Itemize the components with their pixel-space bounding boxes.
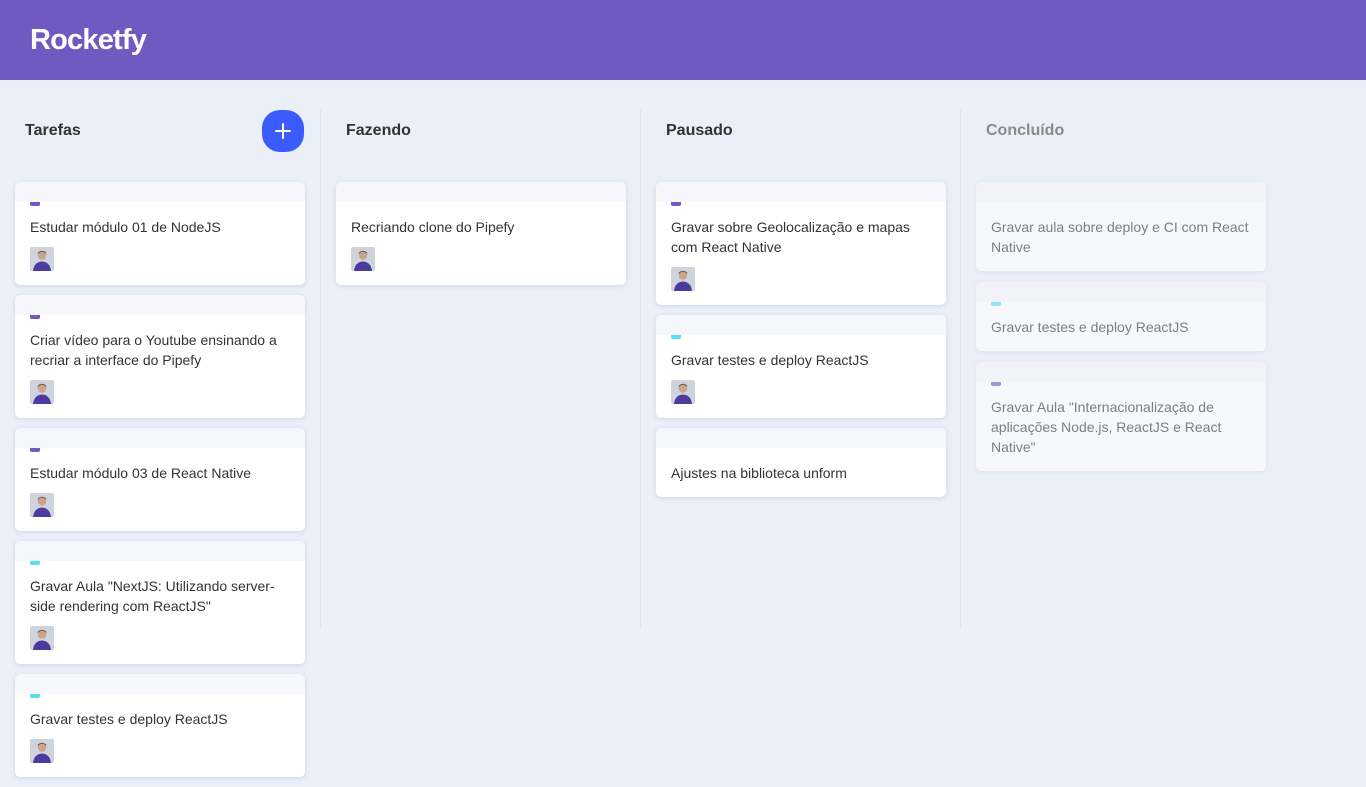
card-content: Gravar testes e deploy ReactJS	[671, 352, 869, 368]
user-avatar	[30, 739, 54, 763]
card[interactable]: Gravar sobre Geolocalização e mapas com …	[656, 182, 946, 305]
list-title: Concluído	[986, 122, 1065, 139]
user-avatar	[671, 380, 695, 404]
kanban-board: Tarefas Estudar módulo 01 de NodeJS Cria…	[0, 80, 1366, 787]
list-tarefas: Tarefas Estudar módulo 01 de NodeJS Cria…	[0, 110, 320, 777]
card[interactable]: Gravar testes e deploy ReactJS	[976, 282, 1266, 351]
user-avatar	[30, 247, 54, 271]
card-content: Gravar testes e deploy ReactJS	[30, 711, 228, 727]
card-label	[30, 315, 40, 319]
card[interactable]: Gravar aula sobre deploy e CI com React …	[976, 182, 1266, 271]
card-label	[30, 448, 40, 452]
card[interactable]: Estudar módulo 01 de NodeJS	[15, 182, 305, 285]
card-label	[30, 202, 40, 206]
list-header: Tarefas	[25, 110, 81, 152]
user-avatar	[30, 493, 54, 517]
list-fazendo: Fazendo Recriando clone do Pipefy	[320, 110, 640, 627]
user-avatar	[351, 247, 375, 271]
card-label	[30, 694, 40, 698]
card-content: Gravar aula sobre deploy e CI com React …	[991, 219, 1249, 255]
card-content: Gravar Aula "NextJS: Utilizando server-s…	[30, 578, 275, 614]
card[interactable]: Estudar módulo 03 de React Native	[15, 428, 305, 531]
card-content: Estudar módulo 01 de NodeJS	[30, 219, 221, 235]
user-avatar	[30, 380, 54, 404]
list-title: Pausado	[666, 122, 733, 139]
list-header: Fazendo	[346, 110, 411, 152]
card-content: Gravar Aula "Internacionalização de apli…	[991, 399, 1222, 455]
list-pausado: Pausado Gravar sobre Geolocalização e ma…	[640, 110, 960, 627]
list-title: Fazendo	[346, 122, 411, 139]
list-header: Concluído	[986, 110, 1064, 152]
card-label	[991, 382, 1001, 386]
list-header: Pausado	[666, 110, 733, 152]
card-label	[671, 335, 681, 339]
card-label	[671, 202, 681, 206]
card[interactable]: Gravar testes e deploy ReactJS	[656, 315, 946, 418]
card[interactable]: Ajustes na biblioteca unform	[656, 428, 946, 497]
list-concluido: Concluído Gravar aula sobre deploy e CI …	[960, 110, 1280, 627]
card-content: Ajustes na biblioteca unform	[671, 465, 847, 481]
card-label	[991, 302, 1001, 306]
card[interactable]: Gravar Aula "NextJS: Utilizando server-s…	[15, 541, 305, 664]
card[interactable]: Recriando clone do Pipefy	[336, 182, 626, 285]
card-content: Estudar módulo 03 de React Native	[30, 465, 252, 481]
card[interactable]: Gravar testes e deploy ReactJS	[15, 674, 305, 777]
card-content: Gravar testes e deploy ReactJS	[991, 319, 1189, 335]
user-avatar	[671, 267, 695, 291]
card-label	[30, 561, 40, 565]
app-header: Rocketfy	[0, 0, 1366, 80]
card[interactable]: Criar vídeo para o Youtube ensinando a r…	[15, 295, 305, 418]
add-card-button[interactable]	[262, 110, 304, 152]
card-content: Recriando clone do Pipefy	[351, 219, 515, 235]
card-content: Gravar sobre Geolocalização e mapas com …	[671, 219, 910, 255]
plus-icon	[275, 123, 291, 139]
user-avatar	[30, 626, 54, 650]
card-content: Criar vídeo para o Youtube ensinando a r…	[30, 332, 277, 368]
list-title: Tarefas	[25, 122, 81, 139]
app-logo: Rocketfy	[30, 23, 147, 56]
card[interactable]: Gravar Aula "Internacionalização de apli…	[976, 362, 1266, 471]
